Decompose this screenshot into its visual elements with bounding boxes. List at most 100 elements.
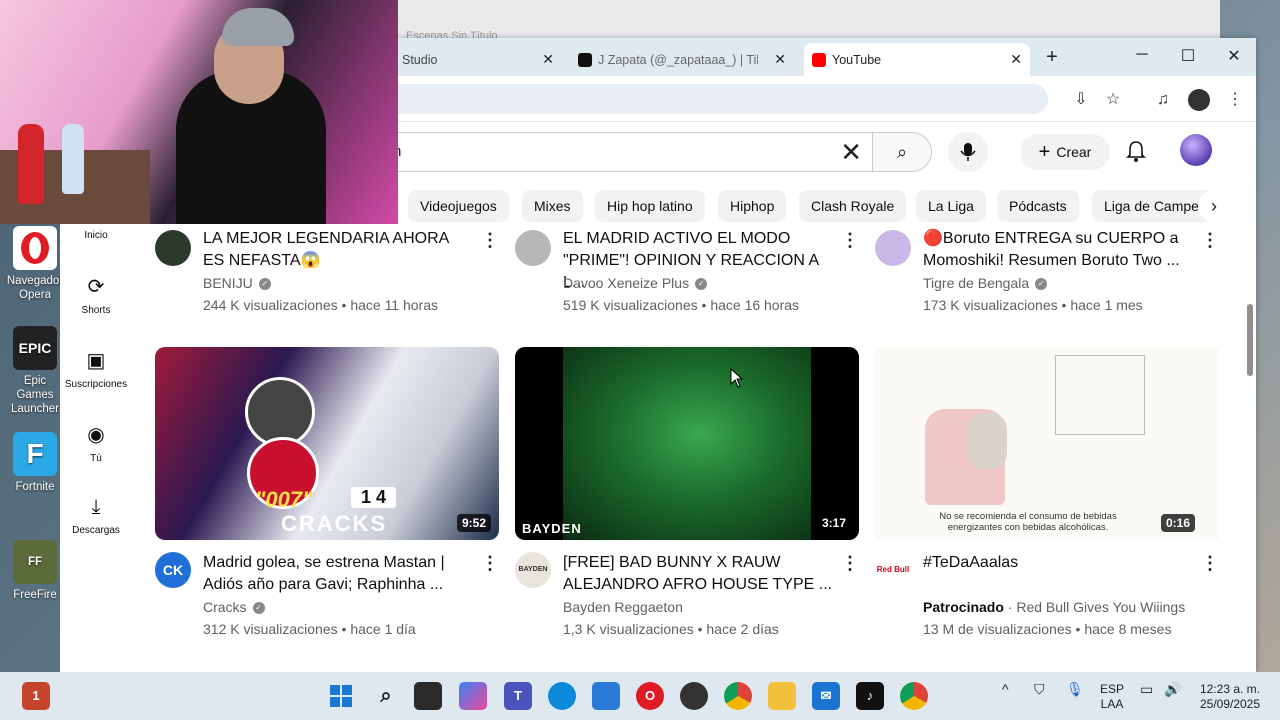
desktop-icon-label: Epic Games Launcher <box>11 375 59 415</box>
video-title[interactable]: #TeDaAaalas <box>923 552 1193 574</box>
sidebar-item-subscriptions[interactable]: ▣ Suscripciones <box>60 348 132 390</box>
thumbnail-figure-drawing <box>967 413 1007 469</box>
task-view-icon[interactable] <box>414 682 442 710</box>
video-title[interactable]: 🔴Boruto ENTREGA su CUERPO a Momoshiki! R… <box>923 228 1193 272</box>
chrome-icon[interactable] <box>724 682 752 710</box>
tab-studio[interactable]: Studio ✕ <box>398 43 562 76</box>
network-icon[interactable]: ▭ <box>1140 682 1153 697</box>
channel-avatar[interactable] <box>515 230 551 266</box>
more-options-icon[interactable]: ⋮ <box>841 553 859 574</box>
close-icon[interactable]: ✕ <box>1010 51 1022 68</box>
close-icon[interactable]: ✕ <box>774 51 786 68</box>
create-button[interactable]: + Crear <box>1020 134 1110 170</box>
obs-icon[interactable] <box>680 682 708 710</box>
channel-avatar[interactable] <box>155 230 191 266</box>
scrollbar[interactable] <box>1244 130 1256 672</box>
opera-taskbar-icon[interactable]: O <box>636 682 664 710</box>
video-card[interactable]: BAYDEN 3:17 BAYDEN [FREE] BAD BUNNY X RA… <box>515 347 859 637</box>
video-title[interactable]: LA MEJOR LEGENDARIA AHORA ES NEFASTA😱 <box>203 228 473 272</box>
mic-tray-icon[interactable]: 🎙 <box>1066 682 1084 697</box>
more-options-icon[interactable]: ⋮ <box>481 553 499 574</box>
channel-name[interactable]: BENIJU ✓ <box>203 275 271 291</box>
channel-name[interactable]: Bayden Reggaeton <box>563 599 683 615</box>
voice-search-button[interactable] <box>948 132 988 172</box>
video-title[interactable]: Madrid golea, se estrena Mastan | Adiós … <box>203 552 473 596</box>
sidebar-item-shorts[interactable]: ⟳ Shorts <box>60 274 132 316</box>
search-button[interactable]: ⌕ <box>872 132 932 172</box>
sidebar-item-downloads[interactable]: ⤓ Descargas <box>60 496 132 536</box>
video-thumbnail[interactable]: BAYDEN 3:17 <box>515 347 859 540</box>
volume-icon[interactable]: 🔊 <box>1164 682 1181 697</box>
account-avatar[interactable] <box>1180 134 1212 166</box>
menu-dots-icon[interactable]: ⋮ <box>1224 89 1246 111</box>
chevron-up-icon[interactable]: ^ <box>1002 682 1009 697</box>
clear-search-icon[interactable]: ✕ <box>840 137 862 168</box>
video-duration: 0:16 <box>1160 514 1195 532</box>
scrollbar-thumb[interactable] <box>1247 304 1253 376</box>
channel-name[interactable]: Tigre de Bengala ✓ <box>923 275 1048 291</box>
chip[interactable]: Hip hop latino <box>595 190 705 222</box>
chevron-right-icon[interactable]: › <box>1198 190 1230 222</box>
more-options-icon[interactable]: ⋮ <box>1201 553 1219 574</box>
chip[interactable]: Clash Royale <box>799 190 907 222</box>
channel-avatar[interactable]: BAYDEN <box>515 552 551 588</box>
create-label: Crear <box>1056 144 1092 160</box>
channel-name[interactable]: Davoo Xeneize Plus ✓ <box>563 275 708 291</box>
chip[interactable]: Hiphop <box>718 190 787 222</box>
chip[interactable]: La Liga <box>916 190 986 222</box>
chip[interactable]: Pódcasts <box>997 190 1079 222</box>
channel-name[interactable]: Patrocinado · Red Bull Gives You Wiiings <box>923 599 1185 615</box>
install-app-icon[interactable]: ⇩ <box>1070 89 1092 111</box>
teams-icon[interactable]: T <box>504 682 532 710</box>
file-explorer-icon[interactable] <box>768 682 796 710</box>
channel-name[interactable]: Cracks ✓ <box>203 599 265 615</box>
search-icon[interactable]: ⌕ <box>372 682 400 710</box>
url-field[interactable] <box>378 84 1048 114</box>
store-icon[interactable] <box>592 682 620 710</box>
mail-icon[interactable]: ✉ <box>812 682 840 710</box>
media-control-icon[interactable]: ♫ <box>1152 89 1174 111</box>
new-tab-button[interactable]: + <box>1040 46 1064 69</box>
windows-start-icon[interactable] <box>327 682 355 710</box>
tab-tiktok[interactable]: J Zapata (@_zapataaa_) | TikTok ✕ <box>574 43 794 76</box>
tiktok-taskbar-icon[interactable]: ♪ <box>856 682 884 710</box>
tab-youtube[interactable]: YouTube ✕ <box>804 43 1030 76</box>
language-indicator[interactable]: ESP LAA <box>1096 682 1128 712</box>
search-input[interactable]: h ✕ <box>388 132 872 172</box>
chip[interactable]: Videojuegos <box>408 190 509 222</box>
chip[interactable]: Mixes <box>522 190 583 222</box>
video-card[interactable]: "007" 1 4 CRACKS 9:52 CK Madrid golea, s… <box>155 347 499 637</box>
video-thumbnail[interactable]: No se recomienda el consumo de bebidas e… <box>875 347 1219 540</box>
chip[interactable]: Liga de Campeo <box>1092 190 1212 222</box>
desktop-icon-opera[interactable]: Navegador Opera <box>4 226 66 302</box>
video-card[interactable]: No se recomienda el consumo de bebidas e… <box>875 347 1219 637</box>
desktop-icon-freefire[interactable]: FF FreeFire <box>4 540 66 602</box>
more-options-icon[interactable]: ⋮ <box>481 230 499 251</box>
bookmark-star-icon[interactable]: ☆ <box>1102 89 1124 111</box>
close-window-button[interactable]: ✕ <box>1222 46 1246 66</box>
desktop-icon-fortnite[interactable]: F Fortnite <box>4 432 66 494</box>
video-title[interactable]: [FREE] BAD BUNNY X RAUW ALEJANDRO AFRO H… <box>563 552 833 596</box>
desktop-icon-epic-games[interactable]: EPIC Epic Games Launcher <box>4 326 66 416</box>
clock[interactable]: 12:23 a. m. 25/09/2025 <box>1194 682 1266 712</box>
widgets-icon[interactable]: 1 <box>22 682 50 710</box>
verified-icon: ✓ <box>1035 278 1048 291</box>
maximize-button[interactable]: ☐ <box>1176 46 1200 66</box>
security-icon[interactable]: ⛉ <box>1034 682 1045 697</box>
channel-avatar[interactable] <box>875 230 911 266</box>
more-options-icon[interactable]: ⋮ <box>1201 230 1219 251</box>
copilot-icon[interactable] <box>459 682 487 710</box>
video-thumbnail[interactable]: "007" 1 4 CRACKS 9:52 <box>155 347 499 540</box>
channel-avatar[interactable]: CK <box>155 552 191 588</box>
channel-avatar[interactable]: Red Bull <box>875 552 911 588</box>
minimize-button[interactable]: ─ <box>1130 46 1154 64</box>
subscriptions-icon: ▣ <box>86 350 106 372</box>
more-options-icon[interactable]: ⋮ <box>841 230 859 251</box>
edge-icon[interactable] <box>548 682 576 710</box>
close-icon[interactable]: ✕ <box>542 51 554 68</box>
profile-icon[interactable] <box>1188 89 1210 111</box>
sidebar-item-home[interactable]: Inicio <box>60 230 132 241</box>
sidebar-item-you[interactable]: ◉ Tú <box>60 422 132 464</box>
chrome-profile-icon[interactable] <box>900 682 928 710</box>
notifications-bell-icon[interactable] <box>1126 140 1146 168</box>
